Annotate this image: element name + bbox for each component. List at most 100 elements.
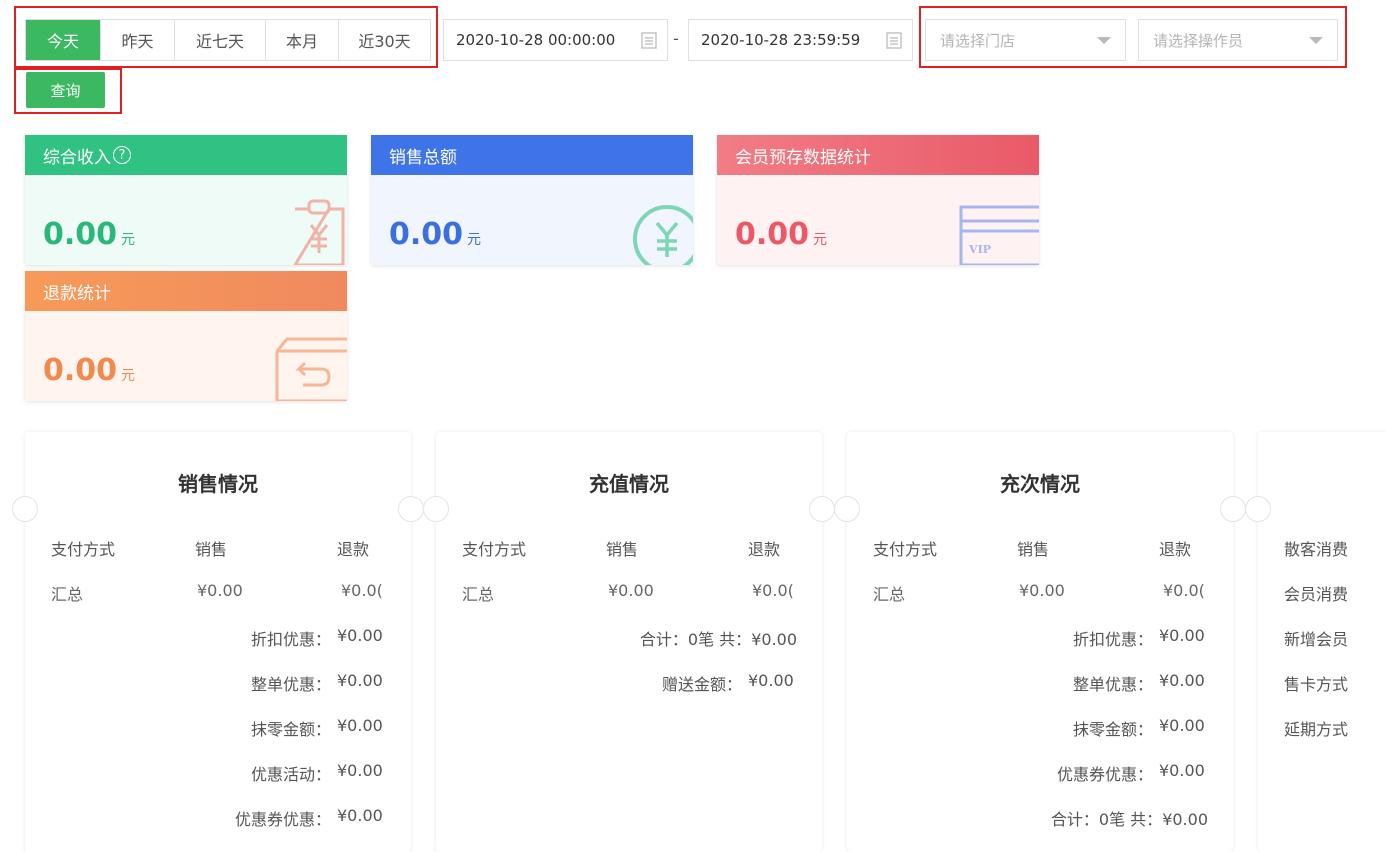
header-sales: 销售 (1017, 540, 1050, 559)
sales-panel: 销售情况 支付方式 销售 退款 汇总 ¥0.00 ¥0.0( 折扣优惠： ¥0.… (12, 432, 424, 852)
header-payment-method: 支付方式 (462, 540, 527, 559)
extra-label: 合计：0笔 共： (639, 630, 752, 649)
extra-label: 折扣优惠： (250, 630, 331, 649)
sales-panel-title: 销售情况 (178, 472, 258, 496)
sales-value: 0.00 元 (389, 217, 481, 252)
date-range-group: 今天 昨天 近七天 本月 近30天 (25, 19, 431, 61)
end-date-value: 2020-10-28 23:59:59 (701, 31, 861, 49)
chevron-down-icon (1309, 37, 1323, 44)
date-separator: - (673, 29, 679, 48)
yuan-circle-icon (633, 205, 693, 265)
header-refund: 退款 (337, 540, 370, 559)
panel-notch (1245, 496, 1271, 522)
help-icon[interactable]: ? (113, 146, 131, 164)
extra-label: 折扣优惠： (1072, 630, 1153, 649)
recharge-panel-title: 充值情况 (589, 472, 669, 496)
extra-label: 抹零金额： (250, 720, 331, 739)
label-card-sale-method: 售卡方式 (1284, 675, 1349, 694)
row-summary-sales: ¥0.00 (1019, 581, 1065, 600)
consumption-panel: 散客消费 会员消费 新增会员 售卡方式 延期方式 (1245, 432, 1385, 852)
panel-notch (1220, 496, 1246, 522)
calendar-icon (641, 32, 657, 49)
extra-value: ¥0.00 (1159, 626, 1205, 645)
times-recharge-panel: 充次情况 支付方式 销售 退款 汇总 ¥0.00 ¥0.0( 折扣优惠： ¥0.… (834, 432, 1246, 852)
income-card-title: 综合收入 (43, 147, 111, 168)
extra-value: ¥0.00 (337, 671, 383, 690)
member-card-header: 会员预存数据统计 (717, 135, 1039, 175)
start-date-value: 2020-10-28 00:00:00 (456, 31, 616, 49)
row-summary-refund: ¥0.0( (1163, 581, 1205, 600)
refund-card-title: 退款统计 (43, 283, 111, 304)
vip-label: VIP (969, 243, 991, 256)
label-walkin-consumption: 散客消费 (1284, 540, 1349, 559)
extra-value: ¥0.00 (337, 626, 383, 645)
store-select-placeholder: 请选择门店 (940, 31, 1016, 50)
extra-value: ¥0.00 (337, 806, 383, 825)
times-panel-title: 充次情况 (1000, 472, 1080, 496)
header-sales: 销售 (195, 540, 228, 559)
return-box-icon (275, 337, 347, 401)
extra-label: 合计：0笔 共： (1050, 810, 1163, 829)
header-sales: 销售 (606, 540, 639, 559)
label-member-consumption: 会员消费 (1284, 585, 1349, 604)
row-summary-sales: ¥0.00 (197, 581, 243, 600)
label-extension-method: 延期方式 (1284, 720, 1349, 739)
store-select[interactable]: 请选择门店 (925, 19, 1126, 61)
extra-label: 整单优惠： (1072, 675, 1153, 694)
header-payment-method: 支付方式 (51, 540, 116, 559)
range-yesterday-button[interactable]: 昨天 (101, 20, 175, 60)
extra-label: 优惠券优惠： (234, 810, 331, 829)
extra-label: 抹零金额： (1072, 720, 1153, 739)
member-unit: 元 (813, 232, 828, 248)
operator-select-placeholder: 请选择操作员 (1153, 31, 1244, 50)
refund-card: 退款统计 0.00 元 (25, 271, 347, 401)
refund-unit: 元 (121, 368, 136, 384)
extra-value: ¥0.00 (751, 630, 797, 649)
panel-notch (809, 496, 835, 522)
member-prepaid-card: 会员预存数据统计 0.00 元 VIP (717, 135, 1039, 265)
end-date-input[interactable]: 2020-10-28 23:59:59 (688, 19, 913, 61)
member-card-title: 会员预存数据统计 (735, 147, 871, 168)
panel-notch (423, 496, 449, 522)
extra-value: ¥0.00 (1159, 716, 1205, 735)
range-last30-button[interactable]: 近30天 (339, 20, 430, 60)
extra-label: 优惠活动： (250, 765, 331, 784)
range-today-button[interactable]: 今天 (26, 20, 101, 60)
member-amount: 0.00 (735, 217, 810, 252)
recharge-panel: 充值情况 支付方式 销售 退款 汇总 ¥0.00 ¥0.0( 合计：0笔 共：¥… (423, 432, 835, 852)
extra-value: ¥0.00 (1159, 761, 1205, 780)
calendar-icon (886, 32, 902, 49)
chevron-down-icon (1097, 37, 1111, 44)
extra-value: ¥0.00 (337, 761, 383, 780)
row-summary-sales: ¥0.00 (608, 581, 654, 600)
extra-label: 优惠券优惠： (1056, 765, 1153, 784)
sales-card-title: 销售总额 (389, 147, 457, 168)
times-total: 合计：0笔 共：¥0.00 (1051, 806, 1208, 830)
operator-select[interactable]: 请选择操作员 (1138, 19, 1338, 61)
row-summary-label: 汇总 (462, 585, 495, 604)
sales-card-header: 销售总额 (371, 135, 693, 175)
header-payment-method: 支付方式 (873, 540, 938, 559)
extra-value: ¥0.00 (1159, 671, 1205, 690)
query-button[interactable]: 查询 (26, 72, 105, 108)
vip-card-icon (959, 205, 1039, 265)
row-summary-label: 汇总 (51, 585, 84, 604)
panel-notch (398, 496, 424, 522)
panel-notch (834, 496, 860, 522)
range-month-button[interactable]: 本月 (266, 20, 339, 60)
income-unit: 元 (121, 232, 136, 248)
sales-amount: 0.00 (389, 217, 464, 252)
label-new-members: 新增会员 (1284, 630, 1349, 649)
recharge-total: 合计：0笔 共：¥0.00 (640, 626, 797, 650)
income-amount: 0.00 (43, 217, 118, 252)
header-refund: 退款 (748, 540, 781, 559)
range-last7-button[interactable]: 近七天 (175, 20, 266, 60)
header-refund: 退款 (1159, 540, 1192, 559)
extra-label: 赠送金额： (661, 675, 742, 694)
start-date-input[interactable]: 2020-10-28 00:00:00 (443, 19, 668, 61)
income-value: 0.00 元 (43, 217, 135, 252)
refund-card-header: 退款统计 (25, 271, 347, 311)
panel-notch (12, 496, 38, 522)
refund-amount: 0.00 (43, 353, 118, 388)
sales-total-card: 销售总额 0.00 元 (371, 135, 693, 265)
